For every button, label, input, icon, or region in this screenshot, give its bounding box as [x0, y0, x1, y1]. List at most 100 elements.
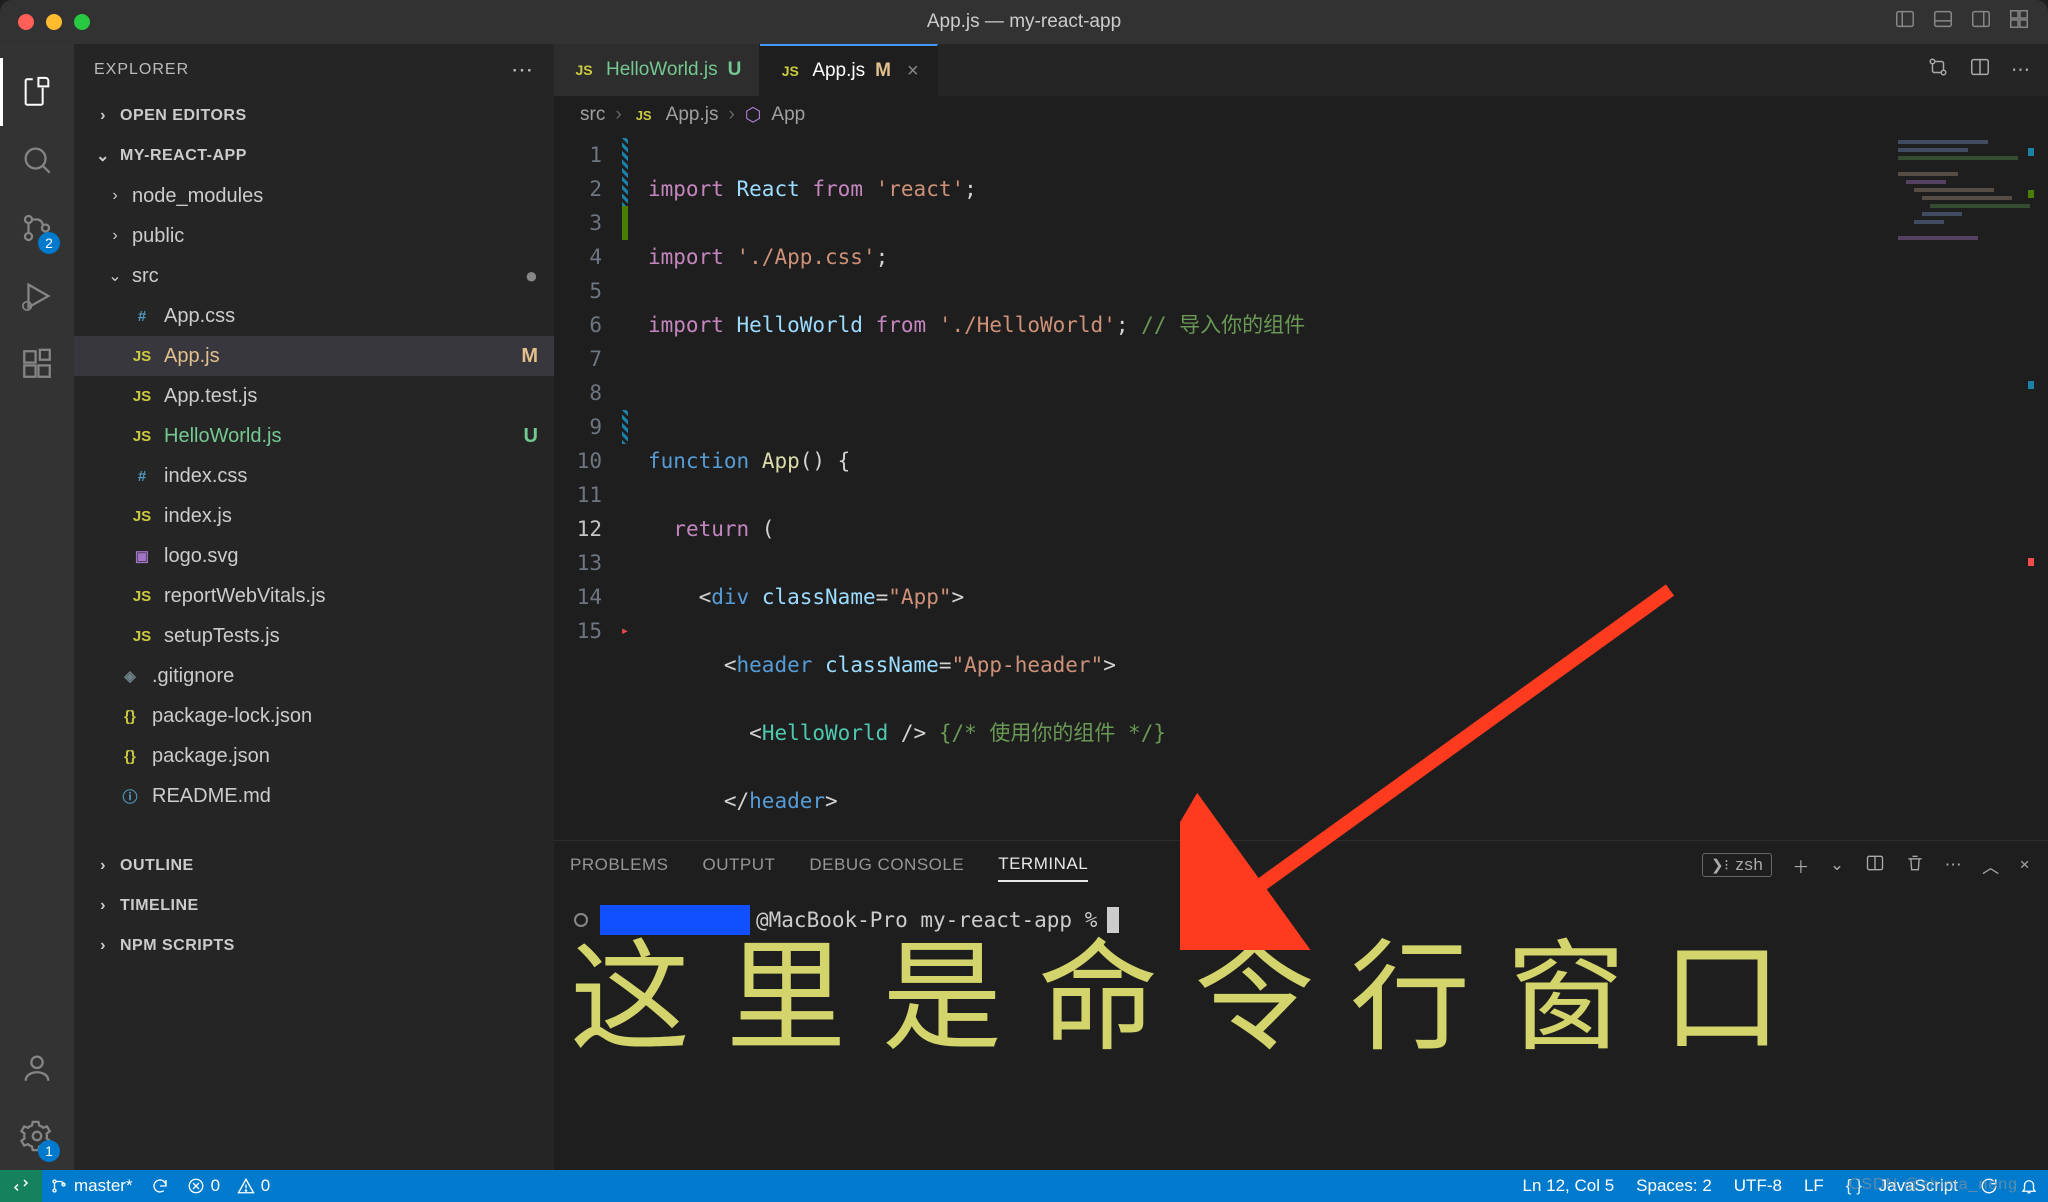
accounts-activity-icon[interactable]	[0, 1034, 74, 1102]
chevron-right-icon: ›	[94, 107, 112, 125]
close-tab-icon[interactable]: ×	[907, 60, 919, 83]
file-app-css[interactable]: #App.css	[74, 296, 554, 336]
sidebar-more-icon[interactable]: ⋯	[511, 57, 534, 83]
file-logo-svg[interactable]: ▣logo.svg	[74, 536, 554, 576]
terminal[interactable]: @MacBook-Pro my-react-app %	[554, 889, 2048, 1170]
css-file-icon: #	[130, 468, 154, 485]
terminal-prompt: @MacBook-Pro my-react-app %	[756, 908, 1097, 932]
npm-scripts-section[interactable]: ›NPM SCRIPTS	[74, 926, 554, 966]
close-window-button[interactable]	[18, 14, 34, 30]
search-activity-icon[interactable]	[0, 126, 74, 194]
eol-status[interactable]: LF	[1804, 1176, 1824, 1196]
breadcrumb-symbol[interactable]: App	[771, 104, 805, 126]
file-setuptests[interactable]: JSsetupTests.js	[74, 616, 554, 656]
chevron-right-icon: ›	[106, 187, 124, 205]
panel-more-icon[interactable]: ⋯	[1945, 855, 1963, 875]
file-tree[interactable]: ›OPEN EDITORS ⌄MY-REACT-APP ›node_module…	[74, 96, 554, 1170]
explorer-activity-icon[interactable]	[0, 58, 74, 126]
code-content[interactable]: import React from 'react'; import './App…	[630, 134, 2048, 840]
file-app-js[interactable]: JSApp.jsM	[74, 336, 554, 376]
close-panel-icon[interactable]: ×	[2020, 855, 2030, 875]
open-editors-section[interactable]: ›OPEN EDITORS	[74, 96, 554, 136]
file-gitignore[interactable]: ◈.gitignore	[74, 656, 554, 696]
toggle-primary-sidebar-icon[interactable]	[1894, 8, 1916, 36]
folder-node-modules[interactable]: ›node_modules	[74, 176, 554, 216]
window-title: App.js — my-react-app	[927, 11, 1121, 33]
panel-tab-debug-console[interactable]: DEBUG CONSOLE	[809, 849, 964, 881]
breadcrumbs[interactable]: src › JS App.js › ⬡ App	[554, 96, 2048, 134]
js-file-icon: JS	[572, 62, 596, 78]
sync-status[interactable]	[151, 1177, 169, 1195]
untracked-hint: U	[524, 425, 538, 448]
chevron-right-icon: ›	[615, 104, 621, 126]
breadcrumb-folder[interactable]: src	[580, 104, 605, 126]
settings-activity-icon[interactable]: 1	[0, 1102, 74, 1170]
tab-helloworld[interactable]: JS HelloWorld.js U	[554, 44, 760, 96]
tab-more-icon[interactable]: ⋯	[2011, 59, 2030, 82]
file-index-css[interactable]: #index.css	[74, 456, 554, 496]
tab-app-js[interactable]: JS App.js M ×	[760, 44, 937, 96]
file-reportwebvitals[interactable]: JSreportWebVitals.js	[74, 576, 554, 616]
json-file-icon: {}	[118, 708, 142, 725]
js-file-icon: JS	[130, 348, 154, 365]
sidebar-header: EXPLORER ⋯	[74, 44, 554, 96]
kill-terminal-icon[interactable]	[1905, 853, 1925, 878]
timeline-section[interactable]: ›TIMELINE	[74, 886, 554, 926]
file-helloworld[interactable]: JSHelloWorld.jsU	[74, 416, 554, 456]
terminal-dropdown-icon[interactable]: ⌄	[1830, 855, 1845, 875]
extensions-activity-icon[interactable]	[0, 330, 74, 398]
modified-hint: M	[875, 60, 891, 82]
file-package-json[interactable]: {}package.json	[74, 736, 554, 776]
editor-tabs: JS HelloWorld.js U JS App.js M × ⋯	[554, 44, 2048, 96]
explorer-sidebar: EXPLORER ⋯ ›OPEN EDITORS ⌄MY-REACT-APP ›…	[74, 44, 554, 1170]
js-file-icon: JS	[632, 108, 656, 123]
problems-status[interactable]: 0 0	[187, 1176, 271, 1196]
notifications-icon[interactable]	[2020, 1177, 2038, 1195]
titlebar-layout-controls	[1894, 8, 2030, 36]
encoding-status[interactable]: UTF-8	[1734, 1176, 1782, 1196]
toggle-panel-icon[interactable]	[1932, 8, 1954, 36]
chevron-right-icon: ›	[94, 937, 112, 955]
file-readme[interactable]: ⓘREADME.md	[74, 776, 554, 816]
split-editor-icon[interactable]	[1969, 56, 1991, 84]
maximize-window-button[interactable]	[74, 14, 90, 30]
new-terminal-icon[interactable]: ＋	[1792, 853, 1810, 878]
terminal-shell-selector[interactable]: ❯⁝zsh	[1702, 853, 1772, 877]
compare-changes-icon[interactable]	[1927, 56, 1949, 84]
customize-layout-icon[interactable]	[2008, 8, 2030, 36]
cursor-position-status[interactable]: Ln 12, Col 5	[1522, 1176, 1614, 1196]
split-terminal-icon[interactable]	[1865, 853, 1885, 878]
toggle-secondary-sidebar-icon[interactable]	[1970, 8, 1992, 36]
panel-tabs: PROBLEMS OUTPUT DEBUG CONSOLE TERMINAL ❯…	[554, 841, 2048, 889]
image-file-icon: ▣	[130, 547, 154, 565]
project-section[interactable]: ⌄MY-REACT-APP	[74, 136, 554, 176]
tab-label: App.js	[812, 60, 865, 82]
maximize-panel-icon[interactable]: ︿	[1982, 853, 2000, 878]
json-file-icon: {}	[118, 748, 142, 765]
traffic-lights	[18, 14, 90, 30]
file-index-js[interactable]: JSindex.js	[74, 496, 554, 536]
run-debug-activity-icon[interactable]	[0, 262, 74, 330]
info-file-icon: ⓘ	[118, 786, 142, 807]
folder-public[interactable]: ›public	[74, 216, 554, 256]
file-app-test[interactable]: JSApp.test.js	[74, 376, 554, 416]
code-editor[interactable]: 123456789101112131415 import React from …	[554, 134, 2048, 840]
modified-hint: M	[521, 345, 538, 368]
titlebar: App.js — my-react-app	[0, 0, 2048, 44]
panel-tab-problems[interactable]: PROBLEMS	[570, 849, 668, 881]
breadcrumb-file[interactable]: App.js	[666, 104, 719, 126]
minimize-window-button[interactable]	[46, 14, 62, 30]
git-branch-status[interactable]: master*	[50, 1176, 133, 1196]
settings-badge: 1	[38, 1140, 60, 1162]
panel-tab-terminal[interactable]: TERMINAL	[998, 848, 1088, 882]
indentation-status[interactable]: Spaces: 2	[1636, 1176, 1712, 1196]
file-package-lock[interactable]: {}package-lock.json	[74, 696, 554, 736]
source-control-activity-icon[interactable]: 2	[0, 194, 74, 262]
remote-indicator[interactable]	[0, 1170, 42, 1202]
watermark: CSDN @shima_nong	[1849, 1176, 2018, 1194]
folder-src[interactable]: ⌄src●	[74, 256, 554, 296]
js-file-icon: JS	[130, 508, 154, 525]
minimap[interactable]	[1898, 138, 2048, 258]
panel-tab-output[interactable]: OUTPUT	[702, 849, 775, 881]
outline-section[interactable]: ›OUTLINE	[74, 846, 554, 886]
